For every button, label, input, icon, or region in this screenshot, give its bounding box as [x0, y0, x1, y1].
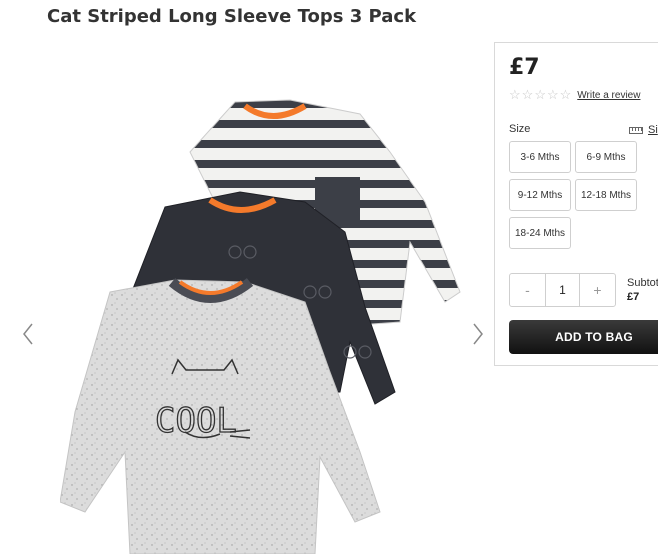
size-option[interactable]: 9-12 Mths	[509, 179, 571, 211]
star-icon: ☆	[546, 87, 559, 102]
star-icon: ☆	[534, 87, 546, 102]
subtotal-label: Subtot	[627, 277, 658, 289]
ruler-icon	[629, 126, 643, 134]
size-option[interactable]: 12-18 Mths	[575, 179, 637, 211]
size-label: Size	[509, 123, 531, 135]
product-image: COOL	[60, 99, 461, 554]
size-option[interactable]: 3-6 Mths	[509, 141, 571, 173]
product-page: Cat Striped Long Sleeve Tops 3 Pack COOL…	[0, 0, 658, 554]
price: £7	[509, 55, 540, 80]
size-guide-link[interactable]: Si	[629, 124, 658, 136]
write-review-link[interactable]: Write a review	[577, 90, 640, 101]
star-rating: ☆ ☆ ☆ ☆ ☆	[509, 88, 571, 102]
quantity-increase-button[interactable]: +	[580, 274, 615, 306]
add-to-bag-button[interactable]: ADD TO BAG	[509, 320, 658, 354]
purchase-panel: £7 ☆ ☆ ☆ ☆ ☆ Write a review Size Si 3-6 …	[494, 42, 658, 366]
star-icon: ☆	[509, 87, 521, 102]
subtotal-value: £7	[627, 291, 640, 303]
product-title: Cat Striped Long Sleeve Tops 3 Pack	[47, 6, 417, 27]
rating: ☆ ☆ ☆ ☆ ☆ Write a review	[509, 88, 640, 102]
quantity-value[interactable]: 1	[545, 274, 580, 306]
size-guide-label: Si	[648, 124, 658, 136]
size-option[interactable]: 6-9 Mths	[575, 141, 637, 173]
star-icon: ☆	[559, 87, 572, 102]
svg-text:COOL: COOL	[155, 401, 237, 441]
size-option[interactable]: 18-24 Mths	[509, 217, 571, 249]
chevron-left-icon	[23, 323, 33, 345]
star-icon: ☆	[521, 87, 534, 102]
gallery-prev-button[interactable]	[18, 320, 38, 348]
product-gallery: COOL	[0, 40, 495, 554]
quantity-decrease-button[interactable]: -	[510, 274, 545, 306]
quantity-stepper: - 1 +	[509, 273, 616, 307]
